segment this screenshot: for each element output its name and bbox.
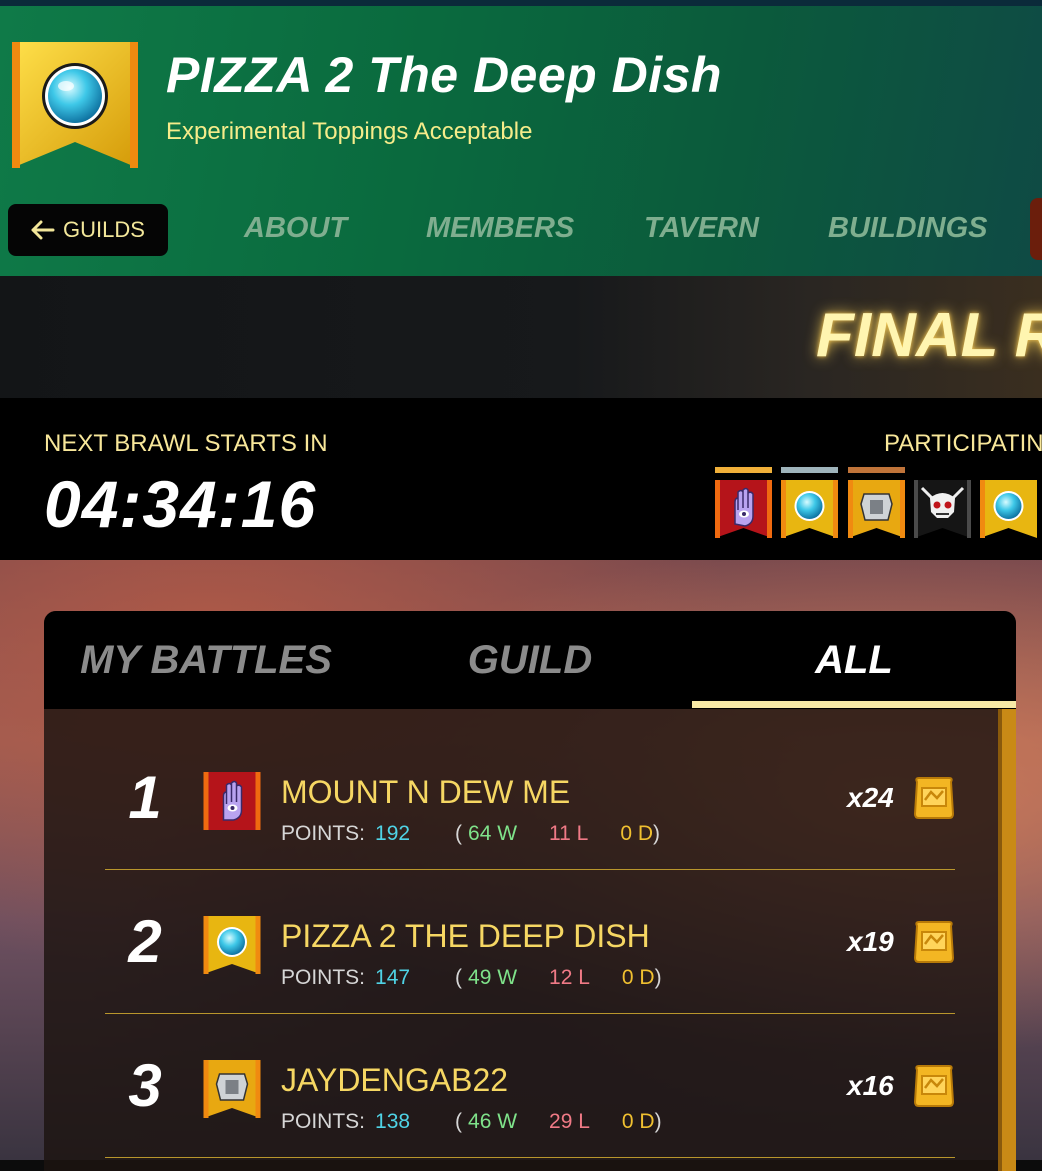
participants-label: PARTICIPATIN	[884, 430, 1042, 457]
back-button-label: GUILDS	[63, 217, 145, 242]
arrow-left-icon	[31, 220, 55, 240]
losses-value: 12 L	[549, 966, 590, 989]
draws-value: 0 D	[620, 822, 654, 845]
guild-name: PIZZA 2 The Deep Dish	[166, 47, 722, 103]
wins-value: 64 W	[468, 822, 518, 845]
tab-guild[interactable]: GUILD	[368, 611, 692, 709]
wins-value: 49 W	[468, 966, 518, 989]
row-divider	[105, 1157, 955, 1158]
stats-paren-open: (	[455, 1110, 463, 1133]
stats-paren-open: (	[455, 822, 463, 845]
tab-about[interactable]: ABOUT	[244, 206, 347, 250]
row-rank: 2	[128, 908, 162, 975]
tab-tavern[interactable]: TAVERN	[644, 206, 759, 250]
stats-paren-close: )	[654, 966, 662, 989]
leaderboard-row[interactable]: 1 MOUNT N DEW ME POINTS: 192 (64 W 11 L 0 D)…	[105, 726, 955, 870]
participant-armor-icon[interactable]	[848, 480, 905, 538]
top-strip	[0, 0, 1042, 6]
tab-buildings[interactable]: BUILDINGS	[828, 206, 988, 250]
rank-line-third	[848, 467, 905, 473]
row-guild-name: JAYDENGAB22	[281, 1062, 509, 1098]
losses-value: 29 L	[549, 1110, 590, 1133]
row-rank: 3	[128, 1052, 162, 1119]
tab-my-battles[interactable]: MY BATTLES	[44, 611, 368, 709]
points-label: POINTS:	[281, 1110, 366, 1133]
row-rank: 1	[128, 764, 162, 831]
participant-orb-icon-2[interactable]	[980, 480, 1037, 538]
row-guild-name: PIZZA 2 THE DEEP DISH	[281, 918, 650, 954]
row-stats: POINTS: 147 (49 W 12 L 0 D)	[281, 966, 662, 990]
participant-hand-eye-icon[interactable]	[715, 480, 772, 538]
row-stats: POINTS: 192 (64 W 11 L 0 D)	[281, 822, 660, 846]
guild-banner-orb-icon	[12, 42, 138, 168]
tab-members[interactable]: MEMBERS	[426, 206, 574, 250]
row-hand-eye-icon	[203, 772, 261, 830]
points-value: 147	[375, 966, 411, 989]
leaderboard-row[interactable]: 2 PIZZA 2 THE DEEP DISH POINTS: 147 (49 W 1…	[105, 870, 955, 1014]
reward-multiplier: x24	[847, 782, 894, 813]
row-stats: POINTS: 138 (46 W 29 L 0 D)	[281, 1110, 662, 1134]
leaderboard-row[interactable]: 3 JAYDENGAB22 POINTS: 138 (46 W 29 L 0 D) x1…	[105, 1014, 955, 1158]
leaderboard-tabs: MY BATTLES GUILD ALL	[44, 611, 1016, 709]
points-value: 192	[375, 822, 411, 845]
points-value: 138	[375, 1110, 411, 1133]
active-tab-indicator	[692, 701, 1016, 708]
hero-title: FINAL RI	[816, 301, 1042, 370]
row-armor-icon	[203, 1060, 261, 1118]
reward-crate-icon	[913, 777, 955, 819]
row-guild-name: MOUNT N DEW ME	[281, 774, 571, 810]
back-to-guilds-button[interactable]: GUILDS	[8, 204, 168, 256]
reward-multiplier: x19	[847, 926, 894, 957]
stats-paren-close: )	[653, 822, 661, 845]
stats-paren-close: )	[654, 1110, 662, 1133]
scrollbar-edge	[998, 709, 1002, 1171]
reward-crate-icon	[913, 921, 955, 963]
participant-skull-icon[interactable]	[914, 480, 971, 538]
losses-value: 11 L	[549, 822, 589, 845]
next-brawl-label: NEXT BRAWL STARTS IN	[44, 430, 328, 457]
rank-line-first	[715, 467, 772, 473]
draws-value: 0 D	[621, 966, 655, 989]
draws-value: 0 D	[621, 1110, 655, 1133]
guild-motto: Experimental Toppings Acceptable	[166, 118, 533, 145]
reward-multiplier: x16	[847, 1070, 894, 1101]
wins-value: 46 W	[468, 1110, 518, 1133]
stats-paren-open: (	[455, 966, 463, 989]
tab-all[interactable]: ALL	[692, 611, 1016, 709]
tab-overflow-button[interactable]	[1030, 198, 1042, 260]
points-label: POINTS:	[281, 966, 366, 989]
reward-crate-icon	[913, 1065, 955, 1107]
brawl-countdown: 04:34:16	[44, 467, 317, 541]
points-label: POINTS:	[281, 822, 366, 845]
leaderboard-panel: MY BATTLES GUILD ALL 1 MOUNT N DEW ME PO…	[44, 611, 1016, 1171]
row-orb-icon	[203, 916, 261, 974]
rank-line-second	[781, 467, 838, 473]
participant-orb-icon[interactable]	[781, 480, 838, 538]
